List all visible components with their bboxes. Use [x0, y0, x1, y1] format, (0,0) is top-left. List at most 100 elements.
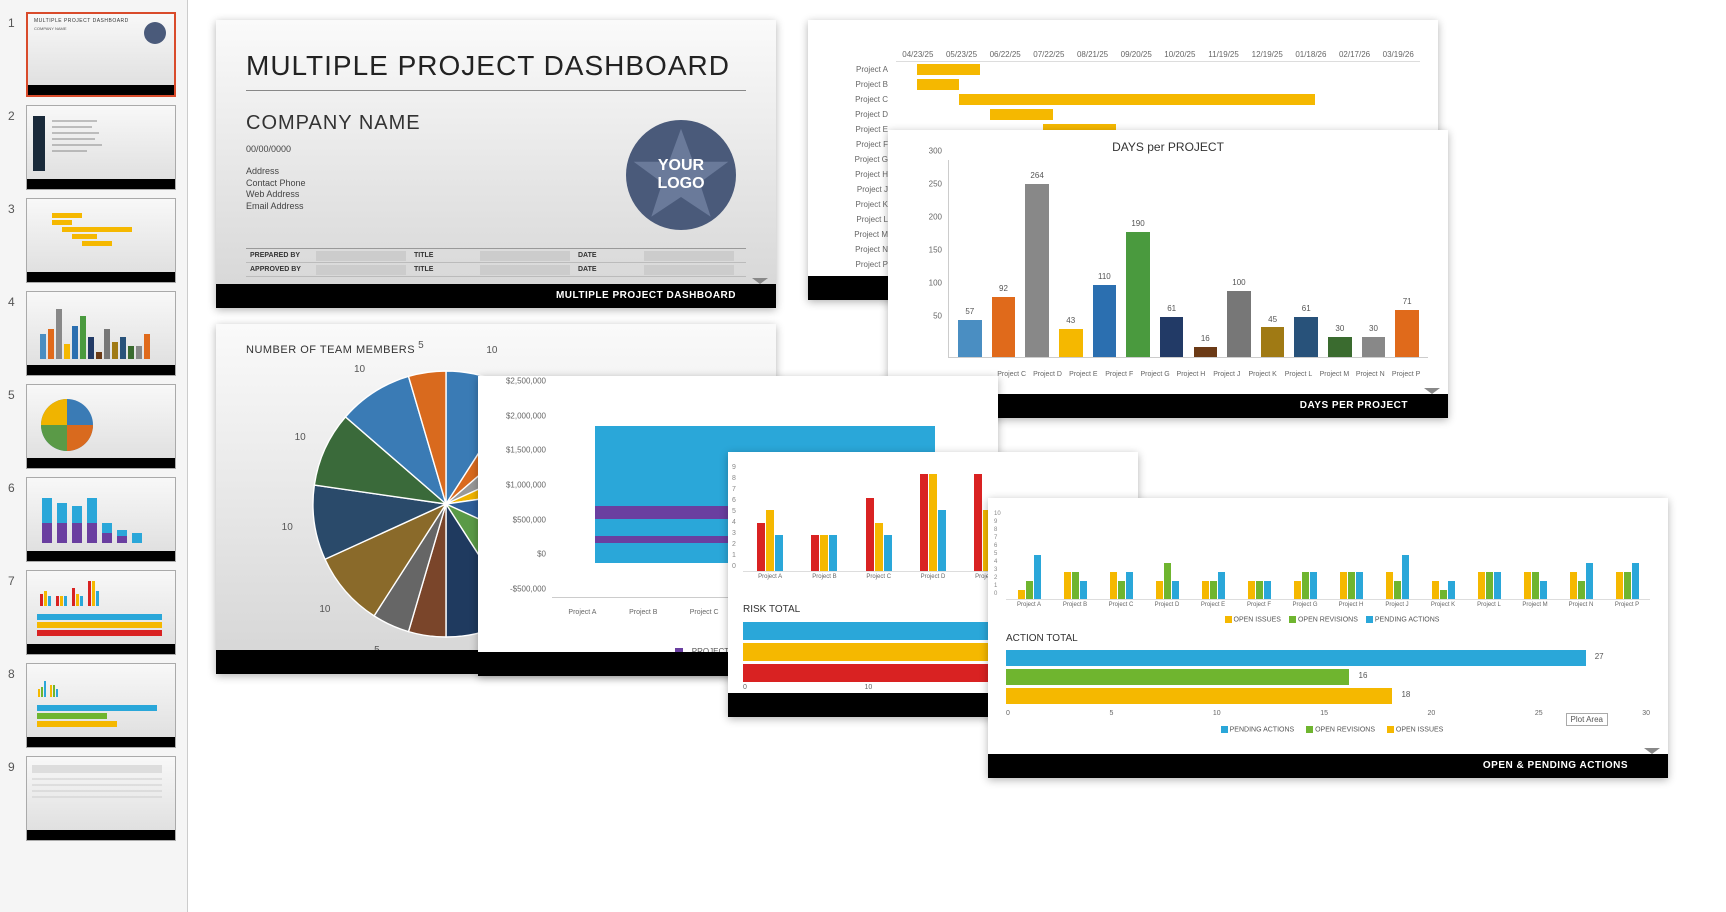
bar-value-label: 100	[1222, 278, 1256, 287]
logo-placeholder: YOURLOGO	[626, 120, 736, 230]
gantt-row-label: Project G	[826, 155, 896, 164]
action-bar	[1494, 572, 1501, 599]
xaxis-label: Project L	[1466, 602, 1512, 608]
action-bar	[1616, 572, 1623, 599]
action-bar	[1172, 581, 1179, 599]
risk-yaxis: 9876543210	[732, 462, 736, 572]
slide-thumbnail-3[interactable]	[26, 198, 176, 283]
gantt-bar	[990, 109, 1053, 120]
title-label: TITLE	[410, 252, 480, 259]
gantt-date: 07/22/25	[1027, 50, 1071, 59]
action-bar	[1118, 581, 1125, 599]
xaxis-label: Project D	[1144, 602, 1190, 608]
bar	[1194, 347, 1218, 358]
slide-number: 7	[8, 570, 26, 588]
slide-thumbnail-5[interactable]	[26, 384, 176, 469]
risk-bar	[938, 510, 946, 571]
xaxis-label: Project P	[1604, 602, 1650, 608]
chart-title: NUMBER OF TEAM MEMBERS	[246, 344, 415, 356]
gantt-date: 03/19/26	[1376, 50, 1420, 59]
slide-days-per-project[interactable]: DAYS per PROJECT 50100150200250300 57922…	[888, 130, 1448, 418]
action-bar	[1340, 572, 1347, 599]
xaxis-label: Project N	[1558, 602, 1604, 608]
gantt-date: 08/21/25	[1071, 50, 1115, 59]
prepared-by-label: PREPARED BY	[246, 252, 316, 259]
bar-value-label: 43	[1054, 316, 1088, 325]
xaxis-label: Project C	[994, 367, 1030, 378]
gantt-date: 11/19/25	[1202, 50, 1246, 59]
bar	[1294, 317, 1318, 357]
pie-value-label: 10	[282, 522, 293, 533]
slide-title[interactable]: MULTIPLE PROJECT DASHBOARD COMPANY NAME …	[216, 20, 776, 308]
risk-bar	[929, 474, 937, 571]
action-bar	[1348, 572, 1355, 599]
risk-bar	[920, 474, 928, 571]
xaxis-label: Project H	[1173, 367, 1209, 378]
action-bar	[1126, 572, 1133, 599]
gantt-bar	[959, 94, 1315, 105]
action-bar	[1310, 572, 1317, 599]
leg-oi: OPEN ISSUES	[1396, 726, 1443, 733]
pie-value-label: 10	[319, 604, 330, 615]
action-bar	[1402, 555, 1409, 600]
bar-value-label: 30	[1357, 324, 1391, 333]
action-bar	[1248, 581, 1255, 599]
action-bar	[1218, 572, 1225, 599]
slide-thumbnail-4[interactable]	[26, 291, 176, 376]
slide-sidebar: 1MULTIPLE PROJECT DASHBOARDCOMPANY NAME2…	[0, 0, 188, 912]
action-bar	[1570, 572, 1577, 599]
address-line: Address	[246, 166, 306, 178]
risk-bar	[775, 535, 783, 571]
action-total-bar: 16	[1006, 669, 1349, 685]
gantt-row-label: Project M	[826, 230, 896, 239]
action-bar	[1156, 581, 1163, 599]
xaxis-label: Project A	[552, 609, 613, 616]
slide-thumbnail-1[interactable]: MULTIPLE PROJECT DASHBOARDCOMPANY NAME	[26, 12, 176, 97]
action-bar	[1294, 581, 1301, 599]
email-line: Email Address	[246, 201, 306, 213]
slide-thumbnail-8[interactable]	[26, 663, 176, 748]
action-bar	[1026, 581, 1033, 599]
legend-revisions: OPEN REVISIONS	[1298, 616, 1358, 623]
phone-line: Contact Phone	[246, 178, 306, 190]
slide-thumbnail-9[interactable]	[26, 756, 176, 841]
gantt-row-label: Project P	[826, 260, 896, 269]
action-bar	[1356, 572, 1363, 599]
gantt-date: 06/22/25	[983, 50, 1027, 59]
xaxis-label: Project A	[1006, 602, 1052, 608]
logo-text-1: YOUR	[658, 157, 704, 174]
gantt-date: 10/20/25	[1158, 50, 1202, 59]
bar-value-label: 92	[987, 284, 1021, 293]
slide-thumbnail-7[interactable]	[26, 570, 176, 655]
legend-issues: OPEN ISSUES	[1234, 616, 1281, 623]
slide-thumbnail-6[interactable]	[26, 477, 176, 562]
gantt-row-label: Project K	[826, 200, 896, 209]
risk-bar	[757, 523, 765, 571]
action-bar	[1072, 572, 1079, 599]
risk-bar	[766, 510, 774, 571]
bar	[1093, 285, 1117, 357]
slide-number: 5	[8, 384, 26, 402]
bar	[1059, 329, 1083, 357]
action-bar	[1478, 572, 1485, 599]
action-total-bars: 271618	[1006, 650, 1650, 707]
xaxis-label: Project E	[1065, 367, 1101, 378]
gantt-row-label: Project B	[826, 80, 896, 89]
risk-total-title: RISK TOTAL	[743, 604, 800, 615]
chart-title: DAYS per PROJECT	[888, 140, 1448, 154]
slide-thumbnail-2[interactable]	[26, 105, 176, 190]
action-bar	[1386, 572, 1393, 599]
xaxis-label: Project E	[1190, 602, 1236, 608]
action-bar	[1264, 581, 1271, 599]
xaxis-label: Project B	[1052, 602, 1098, 608]
action-bar	[1448, 581, 1455, 599]
total-value: 16	[1359, 671, 1368, 680]
gantt-row-label: Project N	[826, 245, 896, 254]
bar-value-label: 71	[1390, 297, 1424, 306]
bar-value-label: 190	[1121, 219, 1155, 228]
slide-actions[interactable]: 109876543210 Project AProject BProject C…	[988, 498, 1668, 778]
date-label-2: DATE	[574, 266, 644, 273]
page-title: MULTIPLE PROJECT DASHBOARD	[246, 50, 746, 91]
action-bar	[1256, 581, 1263, 599]
gantt-date: 02/17/26	[1333, 50, 1377, 59]
